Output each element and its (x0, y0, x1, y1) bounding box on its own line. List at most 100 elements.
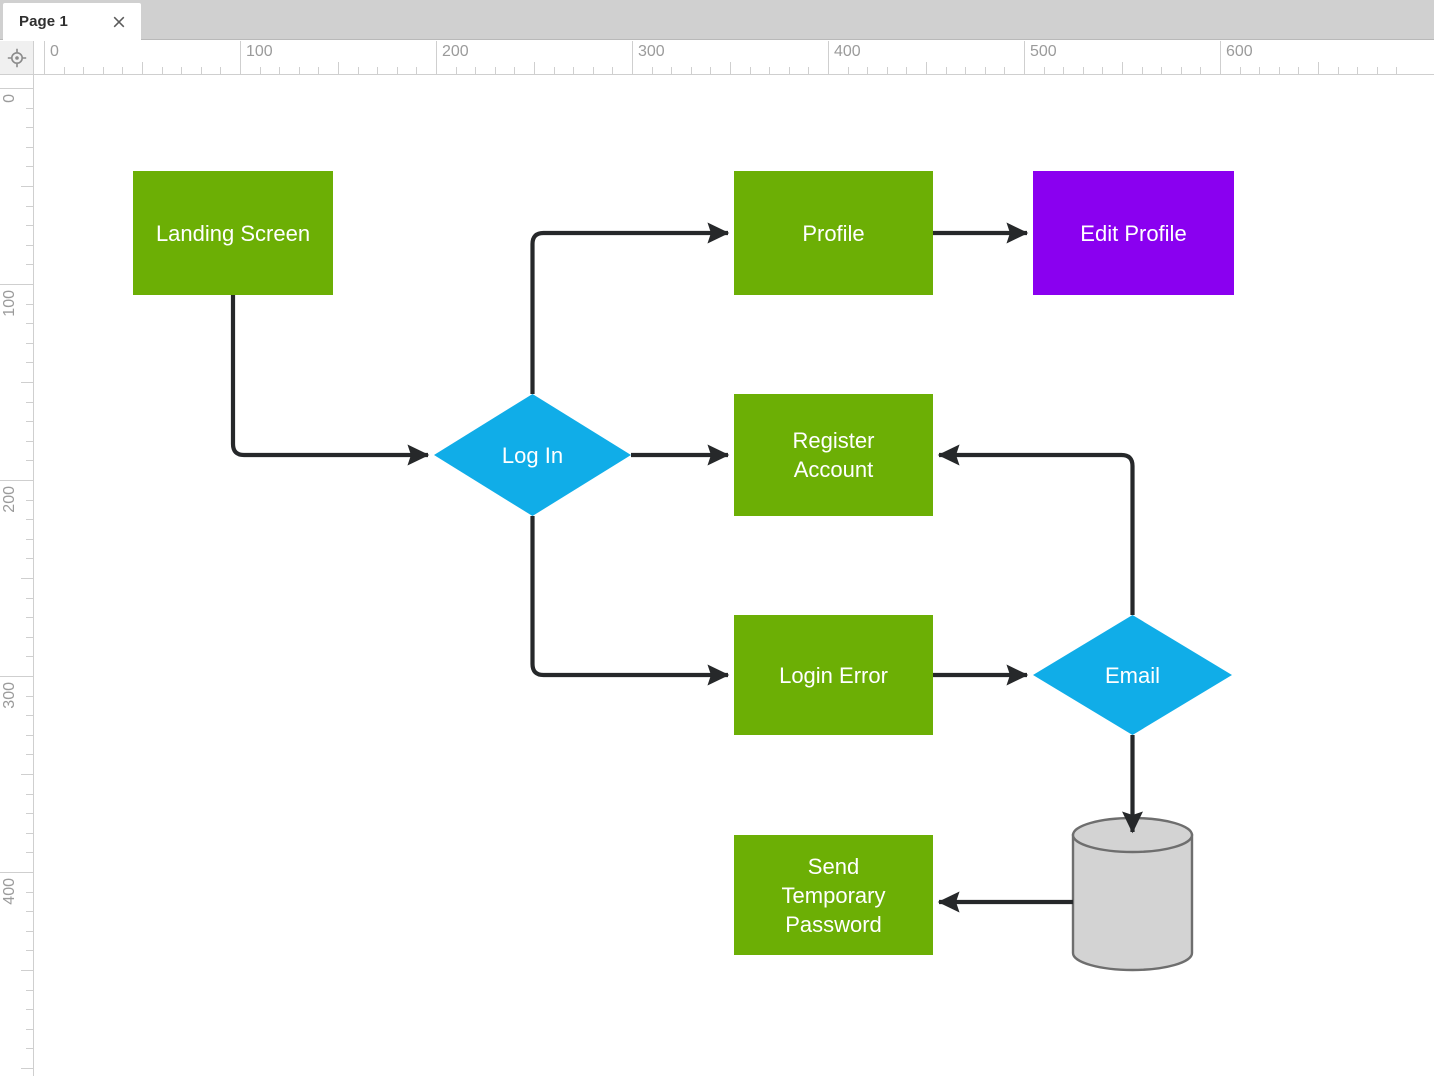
node-edit[interactable] (1033, 171, 1234, 295)
ruler-tick-minor (455, 67, 457, 74)
ruler-tick-minor (788, 67, 790, 74)
ruler-tick-minor (1082, 67, 1084, 74)
node-login[interactable] (434, 394, 631, 516)
ruler-tick-minor (26, 930, 33, 932)
tab-label: Page 1 (19, 13, 68, 30)
ruler-tick-minor (21, 578, 33, 579)
ruler-tick-minor (26, 323, 33, 325)
ruler-tick-minor (26, 597, 33, 599)
ruler-tick-minor (1396, 67, 1398, 74)
ruler-tick-minor (906, 67, 908, 74)
ruler-tick-minor (259, 67, 261, 74)
ruler-tick-minor (1200, 67, 1202, 74)
ruler-tick-minor (886, 67, 888, 74)
ruler-tick-minor (416, 67, 418, 74)
ruler-tick-minor (1063, 67, 1065, 74)
ruler-tick-minor (965, 67, 967, 74)
ruler-tick-minor (26, 519, 33, 521)
ruler-tick-minor (671, 67, 673, 74)
ruler-label: 200 (1, 486, 18, 513)
node-email[interactable] (1033, 615, 1232, 735)
ruler-tick-minor (1278, 67, 1280, 74)
ruler-tick-minor (534, 62, 535, 74)
tab-page-1[interactable]: Page 1 (3, 3, 141, 40)
ruler-tick-minor (21, 382, 33, 383)
ruler-tick-minor (26, 440, 33, 442)
diagram-graphics (133, 171, 1234, 972)
ruler-tick-minor (475, 67, 477, 74)
ruler-tick-minor (1161, 67, 1163, 74)
ruler-tick-minor (26, 832, 33, 834)
node-profile[interactable] (734, 171, 933, 295)
ruler-tick-minor (1337, 67, 1339, 74)
ruler-tick-minor (161, 67, 163, 74)
ruler-tick-minor (63, 67, 65, 74)
ruler-tick-minor (612, 67, 614, 74)
ruler-label: 100 (246, 43, 273, 60)
node-landing[interactable] (133, 171, 333, 295)
ruler-tick-minor (710, 67, 712, 74)
ruler-tick-minor (984, 67, 986, 74)
ruler-tick-minor (494, 67, 496, 74)
ruler-tick-minor (592, 67, 594, 74)
ruler-tick-minor (867, 67, 869, 74)
ruler-tick-minor (573, 67, 575, 74)
ruler-tick-minor (338, 62, 339, 74)
ruler-tick-minor (26, 558, 33, 560)
ruler-tick-minor (279, 67, 281, 74)
ruler-tick-minor (26, 636, 33, 638)
horizontal-ruler[interactable]: 0 100 200 300 400 500 600 (34, 41, 1434, 75)
ruler-tick-minor (357, 67, 359, 74)
ruler-tick-minor (21, 186, 33, 187)
ruler-tick-minor (26, 166, 33, 168)
ruler-tick-minor (26, 950, 33, 952)
ruler-tick-minor (26, 401, 33, 403)
ruler-tick-minor (26, 499, 33, 501)
ruler-tick-minor (26, 734, 33, 736)
ruler-tick-minor (26, 754, 33, 756)
tab-bar: Page 1 (0, 0, 1434, 40)
ruler-tick-minor (26, 852, 33, 854)
edge-login-to-login-error[interactable] (530, 516, 730, 686)
edge-landing-to-login[interactable] (230, 295, 430, 466)
ruler-label: 0 (50, 43, 59, 60)
ruler-tick-minor (26, 421, 33, 423)
ruler-tick-minor (26, 127, 33, 129)
ruler-tick-minor (26, 264, 33, 266)
close-icon[interactable] (109, 12, 129, 32)
ruler-tick-major (0, 676, 33, 677)
ruler-tick-major (436, 41, 437, 74)
ruler-label: 300 (1, 682, 18, 709)
ruler-tick-major (1220, 41, 1221, 74)
ruler-tick-minor (26, 1028, 33, 1030)
ruler-tick-minor (26, 362, 33, 364)
diagram-canvas[interactable]: Landing Screen Profile Edit Profile Log In R… (35, 76, 1434, 1076)
ruler-tick-major (632, 41, 633, 74)
ruler-tick-minor (26, 538, 33, 540)
ruler-tick-minor (21, 1068, 33, 1069)
ruler-tick-minor (926, 62, 927, 74)
ruler-label: 500 (1030, 43, 1057, 60)
node-sendpw[interactable] (734, 835, 933, 955)
node-error[interactable] (734, 615, 933, 735)
ruler-tick-minor (26, 617, 33, 619)
ruler-tick-minor (21, 774, 33, 775)
node-database[interactable] (1071, 816, 1194, 972)
vertical-ruler[interactable]: 0 100 200 300 400 (0, 75, 34, 1076)
ruler-tick-major (0, 284, 33, 285)
ruler-tick-minor (514, 67, 516, 74)
ruler-tick-minor (26, 1048, 33, 1050)
edge-email-to-register[interactable] (937, 444, 1135, 615)
ruler-tick-minor (200, 67, 202, 74)
ruler-tick-minor (26, 342, 33, 344)
ruler-tick-minor (26, 793, 33, 795)
ruler-label: 200 (442, 43, 469, 60)
ruler-tick-minor (1141, 67, 1143, 74)
node-register[interactable] (734, 394, 933, 516)
ruler-tick-minor (377, 67, 379, 74)
crosshair-target-icon[interactable] (0, 41, 34, 75)
edge-login-to-profile[interactable] (530, 222, 730, 394)
ruler-tick-minor (1318, 62, 1319, 74)
ruler-label: 400 (834, 43, 861, 60)
ruler-tick-minor (26, 715, 33, 717)
